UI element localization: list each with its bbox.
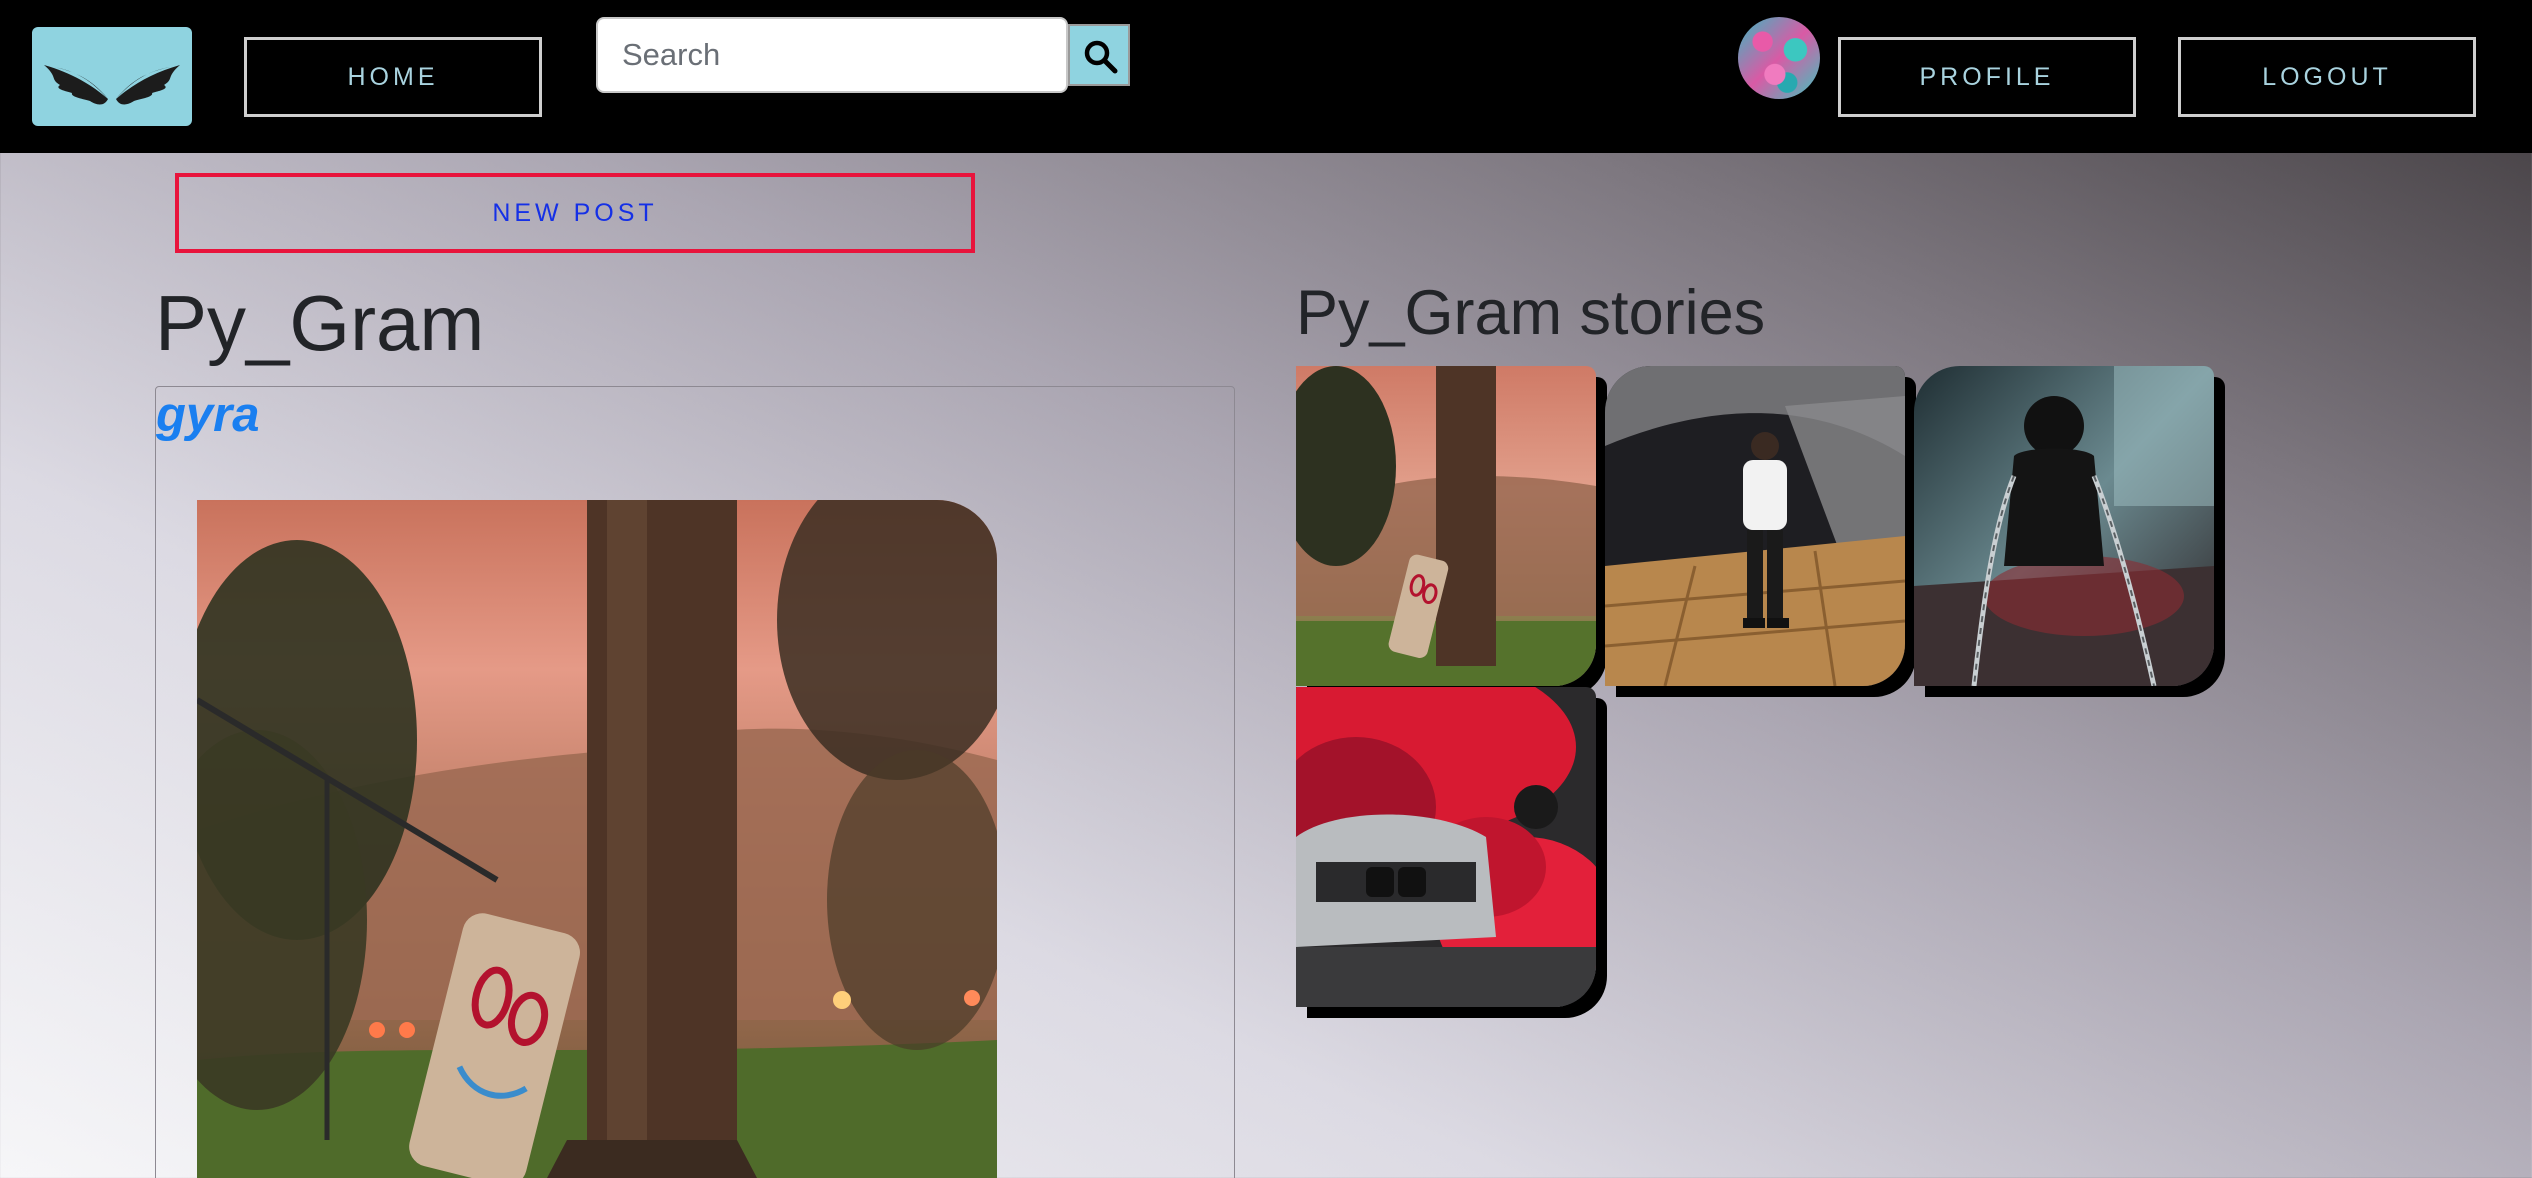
- search-icon: [1084, 40, 1118, 74]
- home-button[interactable]: HOME: [244, 37, 542, 117]
- story-item[interactable]: [1605, 366, 1905, 686]
- story-item[interactable]: [1296, 366, 1596, 686]
- search-button[interactable]: [1068, 24, 1130, 86]
- story-item[interactable]: [1914, 366, 2214, 686]
- new-post-button[interactable]: NEW POST: [175, 173, 975, 253]
- wings-logo-icon: [44, 65, 180, 105]
- story-item[interactable]: [1296, 687, 1596, 1007]
- navbar: HOME PROFILE LOGOUT: [0, 0, 2532, 153]
- logout-button[interactable]: LOGOUT: [2178, 37, 2476, 117]
- post-username-link[interactable]: gyra: [156, 386, 260, 444]
- post-image[interactable]: [197, 500, 997, 1178]
- profile-button[interactable]: PROFILE: [1838, 37, 2136, 117]
- avatar[interactable]: [1738, 17, 1820, 99]
- stories-title: Py_Gram stories: [1296, 278, 1766, 348]
- search-input[interactable]: [596, 17, 1068, 93]
- logo[interactable]: [32, 27, 192, 126]
- page-title: Py_Gram: [155, 279, 485, 367]
